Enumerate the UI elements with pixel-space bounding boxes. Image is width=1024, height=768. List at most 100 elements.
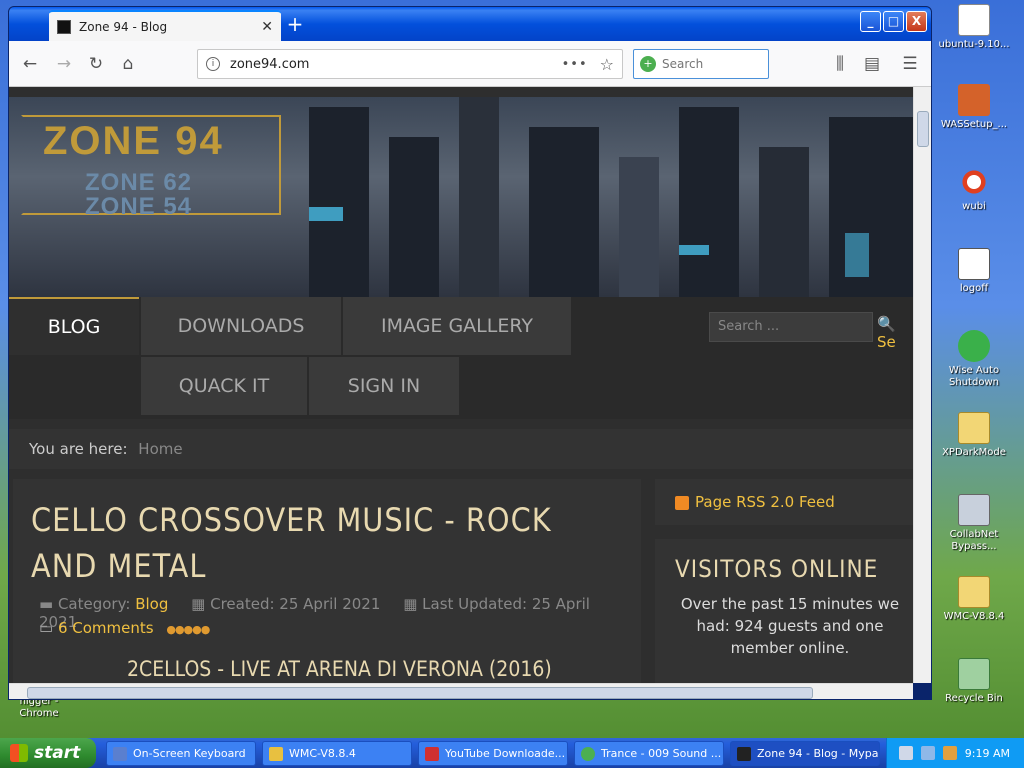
address-bar[interactable]: i zone94.com ••• ☆ xyxy=(197,49,623,79)
close-button[interactable]: X xyxy=(906,11,927,32)
desktop-icon-wise-auto-shutdown[interactable]: Wise Auto Shutdown xyxy=(934,330,1014,389)
maximize-button[interactable]: □ xyxy=(883,11,904,32)
search-engine-icon[interactable]: + xyxy=(640,56,656,72)
back-button[interactable]: ← xyxy=(15,49,45,79)
site-search-button-label: Se xyxy=(877,333,896,351)
task-label: Zone 94 - Blog - Mypal xyxy=(757,747,880,760)
tab-zone94-blog[interactable]: Zone 94 - Blog ✕ xyxy=(49,10,281,41)
url-text: zone94.com xyxy=(230,56,310,72)
desktop-icon-xpdarkmode[interactable]: XPDarkMode xyxy=(934,412,1014,459)
desktop-icon-wmc[interactable]: WMC-V8.8.4 xyxy=(934,576,1014,623)
menu-item-blog[interactable]: BLOG xyxy=(9,297,139,355)
site-logo[interactable]: ZONE 94 ZONE 62 ZONE 54 xyxy=(21,115,281,220)
site-menu: BLOG DOWNLOADS IMAGE GALLERY QUACK IT SI… xyxy=(9,297,913,419)
shield-tray-icon[interactable] xyxy=(942,746,957,760)
comments-link[interactable]: 6 Comments xyxy=(58,619,154,637)
city-skyline-image xyxy=(389,137,439,297)
youtube-downloader-icon xyxy=(425,746,439,761)
city-skyline-image xyxy=(529,127,599,297)
vertical-scrollbar[interactable] xyxy=(913,87,931,683)
forward-button[interactable]: → xyxy=(49,49,79,79)
browser-search-input[interactable] xyxy=(662,57,758,71)
rss-feed-box: Page RSS 2.0 Feed xyxy=(655,479,913,525)
system-tray: 9:19 AM xyxy=(886,738,1024,768)
logo-main-text: ZONE 94 xyxy=(43,119,224,163)
menu-item-quack-it[interactable]: QUACK IT xyxy=(141,357,307,415)
calendar-icon: ▦ xyxy=(191,595,211,613)
mypal-icon xyxy=(737,746,751,761)
breadcrumb-home-link[interactable]: Home xyxy=(138,440,182,458)
comment-icon: ▭ xyxy=(39,619,58,637)
city-skyline-image xyxy=(459,97,499,297)
installer-icon xyxy=(958,84,990,116)
start-button[interactable]: start xyxy=(0,738,96,768)
task-zone94-mypal[interactable]: Zone 94 - Blog - Mypal xyxy=(730,741,880,766)
library-icon[interactable]: ⫼ xyxy=(825,49,855,79)
shortcut-window-icon xyxy=(958,248,990,280)
city-skyline-image xyxy=(679,107,739,297)
task-youtube-downloader[interactable]: YouTube Downloade... xyxy=(418,741,568,766)
task-chrome-trance[interactable]: Trance - 009 Sound ... xyxy=(574,741,724,766)
task-on-screen-keyboard[interactable]: On-Screen Keyboard xyxy=(106,741,256,766)
article-title[interactable]: CELLO CROSSOVER MUSIC - ROCK AND METAL xyxy=(31,497,591,589)
desktop-icon-wubi[interactable]: wubi xyxy=(934,166,1014,213)
search-icon: 🔍 xyxy=(877,315,896,333)
clock[interactable]: 9:19 AM xyxy=(965,747,1010,760)
menu-hamburger-icon[interactable]: ☰ xyxy=(895,49,925,79)
rss-icon xyxy=(675,495,689,510)
browser-search-box[interactable]: + xyxy=(633,49,769,79)
neon-sign-image xyxy=(309,207,343,221)
home-button[interactable]: ⌂ xyxy=(113,49,143,79)
desktop-icon-wassetup[interactable]: WASSetup_... xyxy=(934,84,1014,131)
window-controls: _ □ X xyxy=(860,11,927,32)
sidebar-icon[interactable]: ▤ xyxy=(857,49,887,79)
windows-logo-icon xyxy=(10,744,28,762)
visitors-title: VISITORS ONLINE xyxy=(675,555,879,583)
browser-window: Zone 94 - Blog ✕ + _ □ X ← → ↻ ⌂ i zone9… xyxy=(8,6,932,700)
calendar-icon: ▦ xyxy=(403,595,423,613)
site-search-input[interactable]: Search ... xyxy=(709,312,873,342)
folder-icon: ▬ xyxy=(39,595,58,613)
logo-sub-text-2: ZONE 54 xyxy=(85,193,193,220)
bookmark-star-icon[interactable]: ☆ xyxy=(600,55,614,74)
menu-item-sign-in[interactable]: SIGN IN xyxy=(309,357,459,415)
task-wmc-folder[interactable]: WMC-V8.8.4 xyxy=(262,741,412,766)
rating-stars-icon[interactable]: ●●●●● xyxy=(166,623,210,636)
created-date: Created: 25 April 2021 xyxy=(210,595,381,613)
desktop-icon-logoff[interactable]: logoff xyxy=(934,248,1014,295)
minimize-button[interactable]: _ xyxy=(860,11,881,32)
video-title: 2CELLOS - LIVE AT ARENA DI VERONA (2016) xyxy=(127,657,552,681)
disc-image-icon xyxy=(958,4,990,36)
visitors-text: Over the past 15 minutes we had: 924 gue… xyxy=(680,595,900,657)
site-info-icon[interactable]: i xyxy=(206,57,220,71)
folder-icon xyxy=(269,746,283,761)
ubuntu-icon xyxy=(958,166,990,198)
desktop-icon-collabnet[interactable]: CollabNet Bypass... xyxy=(934,494,1014,553)
neon-sign-image xyxy=(679,245,709,255)
reload-button[interactable]: ↻ xyxy=(81,49,111,79)
keyboard-tray-icon[interactable] xyxy=(898,746,913,760)
desktop-icon-ubuntu[interactable]: ubuntu-9.10... xyxy=(934,4,1014,51)
site-search-button[interactable]: 🔍Se xyxy=(877,315,913,351)
desktop-icon-recycle-bin[interactable]: Recycle Bin xyxy=(934,658,1014,705)
menu-item-image-gallery[interactable]: IMAGE GALLERY xyxy=(343,297,571,355)
new-tab-button[interactable]: + xyxy=(283,13,307,37)
horizontal-scrollbar[interactable] xyxy=(9,683,913,699)
city-skyline-image xyxy=(619,157,659,297)
page-actions-icon[interactable]: ••• xyxy=(562,57,588,72)
start-label: start xyxy=(34,743,81,763)
recycle-bin-icon xyxy=(958,658,990,690)
network-tray-icon[interactable] xyxy=(920,746,935,760)
category-link[interactable]: Blog xyxy=(135,595,168,613)
neon-sign-image xyxy=(845,233,869,277)
rss-feed-link[interactable]: Page RSS 2.0 Feed xyxy=(695,493,835,511)
navigation-toolbar: ← → ↻ ⌂ i zone94.com ••• ☆ + ⫼ ▤ ☰ xyxy=(9,41,931,87)
tab-close-icon[interactable]: ✕ xyxy=(261,19,273,35)
menu-item-downloads[interactable]: DOWNLOADS xyxy=(141,297,341,355)
vertical-scrollbar-thumb[interactable] xyxy=(917,111,929,147)
category-label: Category: xyxy=(57,595,131,613)
taskbar: start On-Screen Keyboard WMC-V8.8.4 YouT… xyxy=(0,738,1024,768)
task-label: WMC-V8.8.4 xyxy=(289,747,356,760)
site-banner: ZONE 94 ZONE 62 ZONE 54 xyxy=(9,97,913,297)
horizontal-scrollbar-thumb[interactable] xyxy=(27,687,813,699)
